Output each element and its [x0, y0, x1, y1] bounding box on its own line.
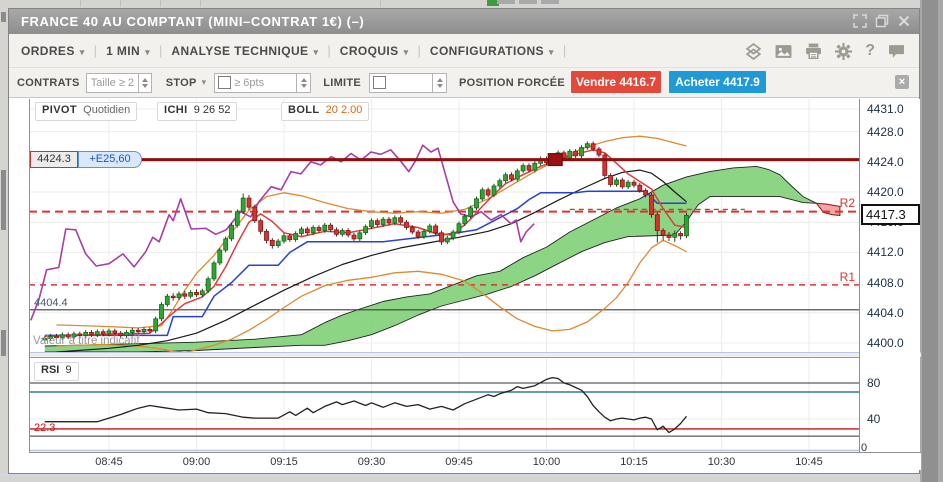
stop-field[interactable]: ≥ 6pts	[214, 72, 312, 93]
chat-icon[interactable]	[888, 44, 905, 59]
menu-timeframe[interactable]: 1 MIN ▾	[106, 44, 150, 58]
chevron-down-icon[interactable]: ▾	[202, 77, 207, 88]
time-tick-label: 08:45	[95, 456, 123, 468]
chart-window: FRANCE 40 AU COMPTANT (MINI–CONTRAT 1€) …	[8, 8, 921, 474]
chart-region: PIVOT Quotidien ICHI 9 26 52 BOLL 20 2.0…	[9, 97, 921, 473]
price-tick-label: 4420.0	[867, 185, 904, 200]
price-axis[interactable]: 4417.3 4431.04428.04424.04420.04416.0441…	[859, 99, 920, 452]
close-icon[interactable]	[897, 14, 911, 28]
position-pnl-badge: +E25,60	[78, 151, 142, 168]
price-tick-label: 4428.0	[867, 124, 904, 139]
rsi-tick-label: 80	[867, 376, 881, 390]
ticket-close-icon[interactable]: ×	[895, 75, 909, 89]
chevron-down-icon: ▾	[403, 46, 409, 57]
menu-configurations[interactable]: CONFIGURATIONS ▾	[430, 44, 554, 58]
stop-stepper[interactable]	[296, 73, 310, 92]
stop-label: STOP	[165, 76, 197, 89]
window-titlebar[interactable]: FRANCE 40 AU COMPTANT (MINI–CONTRAT 1€) …	[9, 9, 919, 34]
legend-bollinger[interactable]: BOLL 20 2.00	[281, 102, 370, 121]
limit-stepper[interactable]	[432, 73, 446, 92]
price-tick-label: 4408.0	[867, 275, 904, 290]
layers-icon[interactable]	[745, 42, 762, 60]
background-page-top	[0, 0, 920, 8]
r2-level-label: R2	[839, 196, 855, 210]
price-tick-label: 4431.0	[867, 102, 904, 116]
price-tick-label: 4400.0	[867, 335, 904, 350]
forced-position-label: POSITION FORCÉE	[459, 76, 566, 89]
sell-button[interactable]: Vendre 4416.7	[571, 71, 661, 93]
limit-checkbox[interactable]	[373, 76, 387, 89]
buy-button[interactable]: Acheter 4417.9	[669, 71, 766, 93]
position-price-label[interactable]: 4424.3	[30, 151, 78, 168]
chevron-down-icon: ▾	[313, 46, 319, 57]
window-title: FRANCE 40 AU COMPTANT (MINI–CONTRAT 1€) …	[21, 14, 365, 29]
time-tick-label: 09:30	[357, 456, 386, 468]
menu-ordres[interactable]: ORDRES ▾	[21, 44, 85, 58]
time-tick-label: 10:00	[532, 456, 561, 468]
legend-rsi[interactable]: RSI 9	[34, 362, 79, 381]
price-tick-label: 4412.0	[867, 245, 904, 260]
printer-icon[interactable]	[805, 43, 822, 59]
chevron-down-icon: ▾	[548, 46, 554, 57]
time-tick-label: 10:45	[795, 456, 823, 468]
legend-pivot[interactable]: PIVOT Quotidien	[35, 102, 138, 121]
time-axis[interactable]: 08:45 09:00 09:15 09:30 09:45 10:00 10:15 10:30…	[29, 452, 921, 470]
rsi-tick-label: 40	[867, 412, 881, 426]
stop-checkbox[interactable]	[218, 76, 232, 89]
background-left-mark	[1, 330, 6, 356]
time-tick-label: 09:15	[270, 456, 298, 468]
legend-ichimoku[interactable]: ICHI 9 26 52	[157, 102, 238, 121]
contract-size-field[interactable]: Taille ≥ 2	[85, 72, 152, 93]
limit-field[interactable]	[369, 72, 448, 93]
time-tick-label: 10:30	[707, 456, 736, 468]
price-tick-label: 4404.0	[867, 305, 904, 320]
pivot-level-label: 4404.4	[34, 297, 68, 309]
expand-icon[interactable]	[853, 14, 867, 28]
restore-icon[interactable]	[875, 14, 889, 28]
price-tick-label: 4424.0	[867, 154, 904, 169]
contract-size-value: Taille ≥ 2	[90, 76, 135, 89]
stop-value: ≥ 6pts	[234, 76, 265, 89]
help-icon[interactable]: ?	[865, 42, 875, 60]
order-ticket-bar: CONTRATS Taille ≥ 2 STOP ▾ ≥ 6pts LIMITE…	[9, 68, 919, 97]
chevron-down-icon: ▾	[79, 46, 85, 57]
time-tick-label: 10:15	[620, 456, 648, 468]
current-price-box: 4417.3	[861, 204, 920, 225]
image-icon[interactable]	[775, 44, 792, 59]
rsi-zero-tick: 0	[861, 442, 868, 454]
rsi-chart-canvas[interactable]	[29, 358, 859, 452]
background-page-bottom	[0, 474, 920, 476]
background-left-mark	[1, 170, 6, 230]
rsi-level-label: 22.3	[34, 422, 56, 434]
background-left-mark	[1, 12, 6, 22]
pane-splitter[interactable]: ≡	[29, 348, 921, 359]
time-tick-label: 09:00	[182, 456, 211, 468]
r1-level-label: R1	[839, 270, 855, 284]
indicative-value-note: Valeur à titre indicatif	[33, 335, 140, 347]
chevron-down-icon: ▾	[145, 46, 150, 57]
menu-croquis[interactable]: CROQUIS ▾	[340, 44, 409, 58]
contract-size-stepper[interactable]	[138, 73, 151, 92]
menu-analyse-technique[interactable]: ANALYSE TECHNIQUE ▾	[171, 44, 318, 58]
limit-label: LIMITE	[323, 76, 362, 89]
gear-icon[interactable]	[835, 42, 853, 60]
background-scroll-strip	[920, 0, 943, 482]
price-chart-canvas[interactable]	[29, 99, 859, 352]
contracts-label: CONTRATS	[17, 76, 80, 89]
time-tick-label: 09:45	[445, 456, 473, 468]
